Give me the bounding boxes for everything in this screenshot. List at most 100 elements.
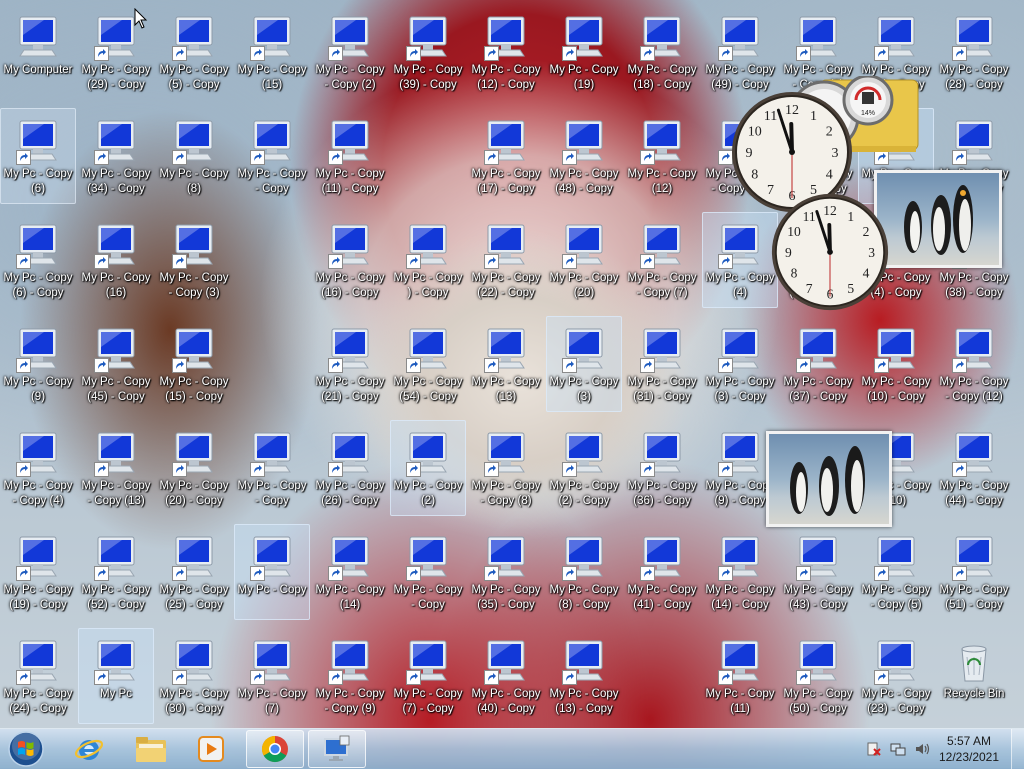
desktop-icon[interactable]: My Pc - Copy (48) - Copy	[546, 108, 622, 204]
desktop-icon[interactable]: My Pc - Copy (44) - Copy	[936, 420, 1012, 516]
desktop-icon[interactable]: My Pc - Copy (4)	[702, 212, 778, 308]
desktop-icon[interactable]: My Pc - Copy (49) - Copy	[702, 4, 778, 100]
desktop-icon[interactable]: My Pc - Copy (41) - Copy	[624, 524, 700, 620]
desktop-icon[interactable]: My Pc - Copy	[234, 524, 310, 620]
action-center-icon[interactable]	[866, 741, 882, 757]
desktop-icon[interactable]: My Pc - Copy (12)	[624, 108, 700, 204]
desktop-icon[interactable]: My Pc - Copy (36) - Copy	[624, 420, 700, 516]
desktop-icon[interactable]: My Pc - Copy (20) - Copy	[156, 420, 232, 516]
desktop-icon[interactable]: My Pc - Copy (11)	[702, 628, 778, 724]
desktop-icon[interactable]: My Pc - Copy (52) - Copy	[78, 524, 154, 620]
desktop-icon[interactable]: My Pc - Copy (18) - Copy	[624, 4, 700, 100]
clock-numeral: 2	[863, 224, 870, 239]
desktop-icon[interactable]: My Pc - Copy (21) - Copy	[312, 316, 388, 412]
internet-explorer-button[interactable]	[60, 730, 118, 768]
desktop-icon[interactable]: My Pc - Copy (19)	[546, 4, 622, 100]
desktop-icon[interactable]: My Pc - Copy (43) - Copy	[780, 524, 856, 620]
computer-icon	[638, 221, 686, 269]
desktop-icon[interactable]: My Pc - Copy (8) - Copy	[546, 524, 622, 620]
desktop-icon[interactable]: My Pc - Copy (5) - Copy	[156, 4, 232, 100]
desktop-icon[interactable]: My Pc - Copy (3) - Copy	[702, 316, 778, 412]
desktop-icon[interactable]: My Pc - Copy - Copy (7)	[624, 212, 700, 308]
desktop-icon-label: My Pc - Copy (14) - Copy	[705, 584, 775, 611]
desktop-icon[interactable]: My Pc - Copy (3)	[546, 316, 622, 412]
desktop-icon[interactable]: My Pc - Copy (16)	[78, 212, 154, 308]
desktop-icon[interactable]: My Pc - Copy - Copy (8)	[468, 420, 544, 516]
desktop-icon[interactable]: My Pc - Copy - Copy (9)	[312, 628, 388, 724]
desktop-icon[interactable]: My Pc - Copy (30) - Copy	[156, 628, 232, 724]
desktop-icon[interactable]: My Computer	[0, 4, 76, 100]
desktop-icon[interactable]: My Pc - Copy (14) - Copy	[702, 524, 778, 620]
desktop-icon[interactable]: My Pc - Copy (39) - Copy	[390, 4, 466, 100]
slideshow-gadget[interactable]	[874, 170, 1002, 268]
show-desktop-button[interactable]	[1011, 729, 1024, 769]
desktop-icon[interactable]: My Pc - Copy (10) - Copy	[858, 316, 934, 412]
desktop-icon[interactable]: My Pc - Copy (13)	[468, 316, 544, 412]
desktop-icon[interactable]: My Pc - Copy (8)	[156, 108, 232, 204]
desktop-icon[interactable]: My Pc - Copy (50) - Copy	[780, 628, 856, 724]
desktop-icon[interactable]: My Pc - Copy - Copy	[234, 420, 310, 516]
media-player-button[interactable]	[182, 730, 240, 768]
desktop-icon[interactable]: My Pc - Copy (7) - Copy	[390, 628, 466, 724]
volume-icon[interactable]	[914, 741, 930, 757]
desktop-icon[interactable]: My Pc - Copy (19) - Copy	[0, 524, 76, 620]
desktop-icon[interactable]: My Pc - Copy (28) - Copy	[936, 4, 1012, 100]
slideshow-gadget-preview[interactable]	[766, 431, 892, 527]
desktop-icon[interactable]: My Pc - Copy (11) - Copy	[312, 108, 388, 204]
desktop-icon[interactable]: My Pc - Copy (45) - Copy	[78, 316, 154, 412]
desktop-icon[interactable]: My Pc - Copy (17) - Copy	[468, 108, 544, 204]
desktop-icon[interactable]: My Pc - Copy - Copy	[390, 524, 466, 620]
desktop-icon[interactable]: My Pc - Copy (2) - Copy	[546, 420, 622, 516]
desktop-icon[interactable]: My Pc - Copy (22) - Copy	[468, 212, 544, 308]
desktop-icon[interactable]: My Pc - Copy (26) - Copy	[312, 420, 388, 516]
desktop-icon[interactable]: My Pc - Copy (40) - Copy	[468, 628, 544, 724]
desktop-icon[interactable]: My Pc - Copy (2)	[390, 420, 466, 516]
desktop-icon[interactable]: My Pc - Copy (35) - Copy	[468, 524, 544, 620]
desktop-icon[interactable]: My Pc - Copy (16) - Copy	[312, 212, 388, 308]
desktop-icon[interactable]: My Pc - Copy - Copy (12)	[936, 316, 1012, 412]
desktop-icon[interactable]: My Pc - Copy (51) - Copy	[936, 524, 1012, 620]
desktop-icon[interactable]: My Pc - Copy (15) - Copy	[156, 316, 232, 412]
clock-numeral: 3	[868, 245, 875, 260]
desktop-icon[interactable]: My Pc - Copy (31) - Copy	[624, 316, 700, 412]
computer-icon	[92, 429, 140, 477]
clock-gadget-2[interactable]: 123456789101112	[770, 190, 890, 314]
desktop-icon[interactable]: My Pc - Copy - Copy (3)	[156, 212, 232, 308]
network-icon[interactable]	[890, 741, 906, 757]
desktop-icon[interactable]: My Pc - Copy (6)	[0, 108, 76, 204]
desktop-icon[interactable]: My Pc	[78, 628, 154, 724]
desktop-icon[interactable]: My Pc - Copy (37) - Copy	[780, 316, 856, 412]
chrome-button[interactable]	[246, 730, 304, 768]
clock-numeral: 1	[810, 109, 817, 124]
desktop-icon[interactable]: My Pc - Copy (14)	[312, 524, 388, 620]
desktop-icon[interactable]: My Pc - Copy - Copy	[234, 108, 310, 204]
recycle-bin[interactable]: Recycle Bin	[936, 628, 1012, 724]
desktop-icon[interactable]: My Pc - Copy (12) - Copy	[468, 4, 544, 100]
desktop-icon[interactable]: My Pc - Copy (34) - Copy	[78, 108, 154, 204]
desktop-icon[interactable]: My Pc - Copy (23) - Copy	[858, 628, 934, 724]
desktop-icon[interactable]: My Pc - Copy - Copy (5)	[858, 524, 934, 620]
clock-date[interactable]: 12/23/2021	[934, 750, 1004, 764]
desktop-icon[interactable]: My Pc - Copy (24) - Copy	[0, 628, 76, 724]
desktop-icon[interactable]: My Pc - Copy (25) - Copy	[156, 524, 232, 620]
desktop-icon[interactable]: My Pc - Copy - Copy (13)	[78, 420, 154, 516]
desktop-icon[interactable]: My Pc - Copy (13) - Copy	[546, 628, 622, 724]
desktop-icon[interactable]: My Pc - Copy (54) - Copy	[390, 316, 466, 412]
clock-time[interactable]: 5:57 AM	[934, 734, 1004, 748]
file-explorer-button[interactable]	[122, 730, 180, 768]
desktop-icon[interactable]: My Pc - Copy (9)	[0, 316, 76, 412]
desktop-icon[interactable]: My Pc - Copy - Copy (4)	[0, 420, 76, 516]
remote-desktop-button[interactable]	[308, 730, 366, 768]
shortcut-arrow-icon	[952, 462, 967, 477]
computer-icon	[404, 533, 452, 581]
shortcut-arrow-icon	[94, 462, 109, 477]
desktop-icon[interactable]: My Pc - Copy (15)	[234, 4, 310, 100]
desktop-icon-label: My Pc - Copy - Copy (9)	[315, 688, 385, 715]
desktop-icon[interactable]: My Pc - Copy ) - Copy	[390, 212, 466, 308]
shortcut-arrow-icon	[796, 358, 811, 373]
desktop-icon[interactable]: My Pc - Copy - Copy (2)	[312, 4, 388, 100]
desktop-icon[interactable]: My Pc - Copy (20)	[546, 212, 622, 308]
desktop-icon[interactable]: My Pc - Copy (7)	[234, 628, 310, 724]
desktop-icon[interactable]: My Pc - Copy (6) - Copy	[0, 212, 76, 308]
start-button[interactable]	[4, 730, 48, 768]
